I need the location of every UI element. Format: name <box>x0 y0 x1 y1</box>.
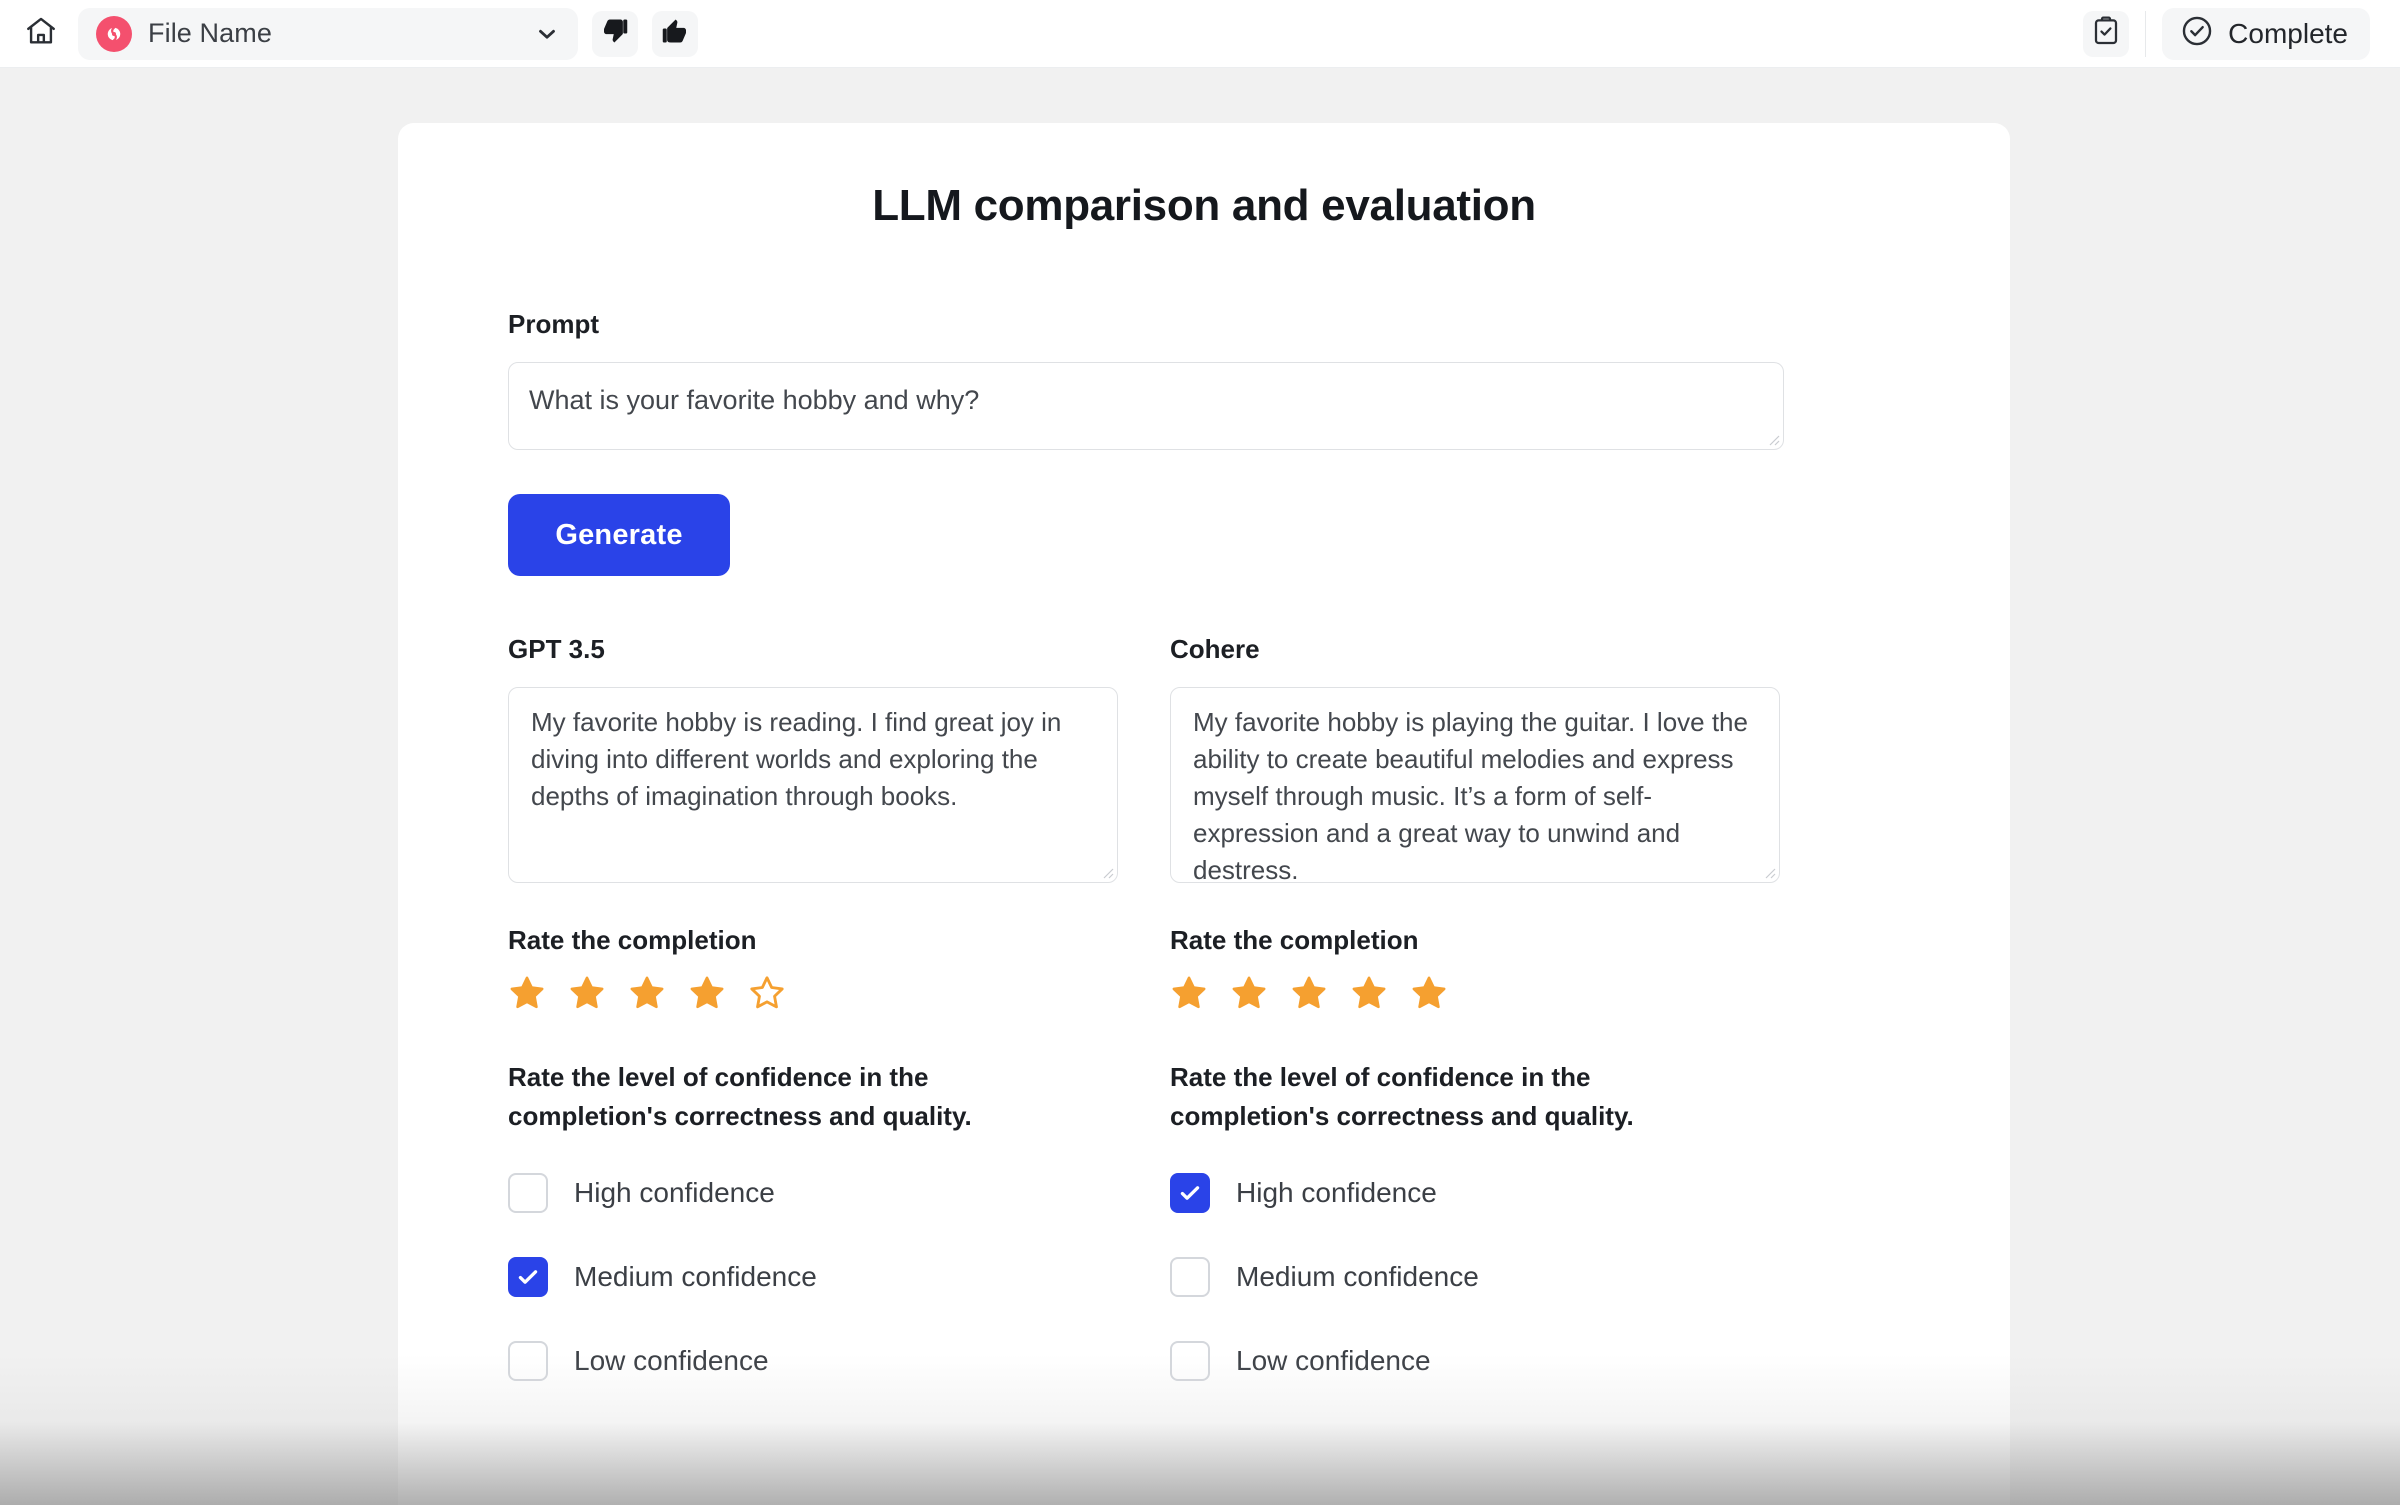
model-comparison-columns: GPT 3.5 My favorite hobby is reading. I … <box>508 634 1900 1422</box>
star-filled-icon[interactable] <box>1410 974 1448 1012</box>
confidence-question-label: Rate the level of confidence in the comp… <box>508 1062 972 1131</box>
confidence-option-row[interactable]: Low confidence <box>508 1338 1118 1384</box>
checkbox-unchecked[interactable] <box>1170 1257 1210 1297</box>
evaluation-card: LLM comparison and evaluation Prompt Wha… <box>398 123 2010 1505</box>
model-response-text: My favorite hobby is playing the guitar.… <box>1193 707 1748 883</box>
home-icon <box>24 14 58 53</box>
confidence-options-cohere: High confidence Medium confidence Low conf… <box>1170 1170 1780 1384</box>
complete-button-label: Complete <box>2228 17 2348 49</box>
check-circle-icon <box>2180 14 2214 53</box>
confidence-option-label: High confidence <box>1236 1177 1437 1208</box>
generate-button[interactable]: Generate <box>508 494 730 576</box>
clipboard-check-icon <box>2090 15 2122 52</box>
thumbs-up-icon <box>660 16 690 51</box>
generate-button-label: Generate <box>555 518 683 551</box>
toolbar-left-group: File Name <box>18 7 698 60</box>
star-filled-icon[interactable] <box>1230 974 1268 1012</box>
star-filled-icon[interactable] <box>628 974 666 1012</box>
prompt-input-value: What is your favorite hobby and why? <box>529 385 980 415</box>
card-content: LLM comparison and evaluation Prompt Wha… <box>398 123 2010 1422</box>
page-title: LLM comparison and evaluation <box>872 181 1536 230</box>
model-response-text: My favorite hobby is reading. I find gre… <box>531 707 1062 811</box>
checkbox-unchecked[interactable] <box>1170 1341 1210 1381</box>
star-filled-icon[interactable] <box>1290 974 1328 1012</box>
confidence-options-gpt35: High confidence Medium confidence Low conf… <box>508 1170 1118 1384</box>
check-icon <box>518 1270 538 1284</box>
checkbox-unchecked[interactable] <box>508 1173 548 1213</box>
confidence-option-row[interactable]: High confidence <box>1170 1170 1780 1216</box>
prompt-input[interactable]: What is your favorite hobby and why? <box>508 362 1784 450</box>
confidence-option-label: Low confidence <box>1236 1345 1431 1376</box>
model-response-textarea[interactable]: My favorite hobby is playing the guitar.… <box>1170 687 1780 883</box>
confidence-option-label: High confidence <box>574 1177 775 1208</box>
file-name-label: File Name <box>148 18 272 48</box>
page-background: LLM comparison and evaluation Prompt Wha… <box>0 68 2400 1505</box>
model-name-label: Cohere <box>1170 634 1260 664</box>
chevron-down-icon[interactable] <box>534 21 560 47</box>
star-filled-icon[interactable] <box>1170 974 1208 1012</box>
app-root: File Name Complete LLM comparison and ev… <box>0 0 2400 1505</box>
star-outline-icon[interactable] <box>748 974 786 1012</box>
thumbs-down-icon <box>600 16 630 51</box>
star-filled-icon[interactable] <box>1350 974 1388 1012</box>
model-name-label: GPT 3.5 <box>508 634 605 664</box>
task-clipboard-button[interactable] <box>2083 10 2130 57</box>
toolbar-right-group: Complete <box>2083 7 2382 60</box>
response-resize-handle[interactable] <box>1098 863 1114 879</box>
confidence-option-row[interactable]: Low confidence <box>1170 1338 1780 1384</box>
prompt-resize-handle[interactable] <box>1764 430 1780 446</box>
checkbox-checked[interactable] <box>508 1257 548 1297</box>
model-response-textarea[interactable]: My favorite hobby is reading. I find gre… <box>508 687 1118 883</box>
thumbs-up-button[interactable] <box>652 10 698 57</box>
star-rating-cohere[interactable] <box>1170 974 1780 1012</box>
prompt-label: Prompt <box>508 309 599 339</box>
star-rating-gpt35[interactable] <box>508 974 1118 1012</box>
confidence-question-label: Rate the level of confidence in the comp… <box>1170 1062 1634 1131</box>
confidence-option-label: Medium confidence <box>1236 1261 1479 1292</box>
response-resize-handle[interactable] <box>1760 863 1776 879</box>
checkbox-checked[interactable] <box>1170 1173 1210 1213</box>
toolbar-divider <box>2145 10 2147 57</box>
rating-label: Rate the completion <box>1170 925 1419 955</box>
complete-button[interactable]: Complete <box>2162 7 2370 60</box>
star-filled-icon[interactable] <box>508 974 546 1012</box>
checkbox-unchecked[interactable] <box>508 1341 548 1381</box>
model-column-cohere: Cohere My favorite hobby is playing the … <box>1170 634 1780 1422</box>
star-filled-icon[interactable] <box>568 974 606 1012</box>
rating-label: Rate the completion <box>508 925 757 955</box>
confidence-option-row[interactable]: Medium confidence <box>1170 1254 1780 1300</box>
top-toolbar: File Name Complete <box>0 0 2400 68</box>
confidence-option-label: Low confidence <box>574 1345 769 1376</box>
confidence-option-row[interactable]: High confidence <box>508 1170 1118 1216</box>
confidence-option-label: Medium confidence <box>574 1261 817 1292</box>
confidence-option-row[interactable]: Medium confidence <box>508 1254 1118 1300</box>
thumbs-down-button[interactable] <box>592 10 638 57</box>
home-button[interactable] <box>18 11 64 57</box>
app-logo-icon <box>96 15 132 52</box>
star-filled-icon[interactable] <box>688 974 726 1012</box>
check-icon <box>1180 1186 1200 1200</box>
model-column-gpt35: GPT 3.5 My favorite hobby is reading. I … <box>508 634 1118 1422</box>
file-selector[interactable]: File Name <box>78 7 578 60</box>
